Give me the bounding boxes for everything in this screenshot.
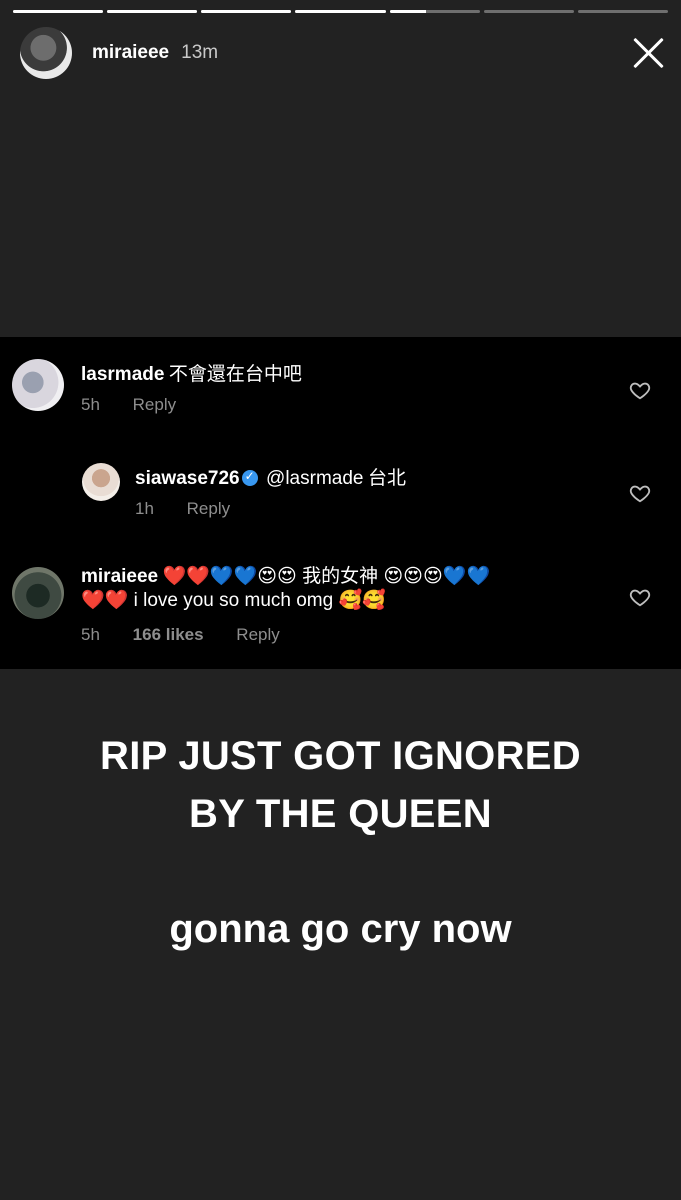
heart-outline-icon[interactable] <box>629 586 651 608</box>
comment-miraieee: miraieee ❤️❤️💙💙😍😍 我的女神 😍😍😍💙💙 ❤️❤️ i love… <box>0 553 681 669</box>
avatar[interactable] <box>12 359 64 411</box>
reply-button[interactable]: Reply <box>187 499 230 518</box>
close-icon[interactable] <box>631 36 665 70</box>
reply-button[interactable]: Reply <box>236 625 279 644</box>
comment-username[interactable]: miraieee <box>81 566 158 587</box>
story-progress-bar <box>13 10 668 13</box>
comment-time: 5h <box>81 625 100 644</box>
progress-segment-2 <box>107 10 198 13</box>
caption-line-2: BY THE QUEEN <box>189 792 492 836</box>
progress-segment-5 <box>389 10 480 13</box>
likes-count[interactable]: 166 likes <box>133 625 204 644</box>
progress-segment-1 <box>13 10 104 13</box>
progress-segment-3 <box>201 10 292 13</box>
comment-text-line1: ❤️❤️💙💙😍😍 我的女神 😍😍😍💙💙 <box>162 566 491 587</box>
story-time: 13m <box>181 42 219 63</box>
avatar[interactable] <box>12 567 64 619</box>
comment-text-line2: ❤️❤️ i love you so much omg 🥰🥰 <box>81 590 386 611</box>
progress-segment-6 <box>483 10 574 13</box>
story-header: miraieee 13m <box>20 25 665 81</box>
story-caption-title: RIP JUST GOT IGNORED BY THE QUEEN <box>0 727 681 843</box>
progress-segment-7 <box>577 10 668 13</box>
heart-outline-icon[interactable] <box>629 482 651 504</box>
heart-outline-icon[interactable] <box>629 379 651 401</box>
comment-lasrmade: lasrmade 不會還在台中吧 5h Reply <box>0 337 681 427</box>
comment-text: 台北 <box>367 468 406 489</box>
comment-username[interactable]: lasrmade <box>81 364 164 385</box>
comment-text: 不會還在台中吧 <box>168 364 302 385</box>
comments-screenshot: lasrmade 不會還在台中吧 5h Reply siawase726 @la… <box>0 337 681 669</box>
comment-username[interactable]: siawase726 <box>135 468 240 489</box>
comment-time: 5h <box>81 395 100 414</box>
story-caption-subtitle: gonna go cry now <box>169 907 512 951</box>
comment-siawase726: siawase726 @lasrmade 台北 1h Reply <box>0 445 681 535</box>
avatar[interactable] <box>82 463 120 501</box>
story-username[interactable]: miraieee <box>92 42 169 64</box>
comment-time: 1h <box>135 499 154 518</box>
caption-line-1: RIP JUST GOT IGNORED <box>100 734 581 778</box>
verified-badge-icon <box>241 469 258 486</box>
progress-segment-4 <box>295 10 386 13</box>
reply-button[interactable]: Reply <box>133 395 176 414</box>
avatar[interactable] <box>20 27 72 79</box>
comment-mention[interactable]: @lasrmade <box>266 468 363 489</box>
